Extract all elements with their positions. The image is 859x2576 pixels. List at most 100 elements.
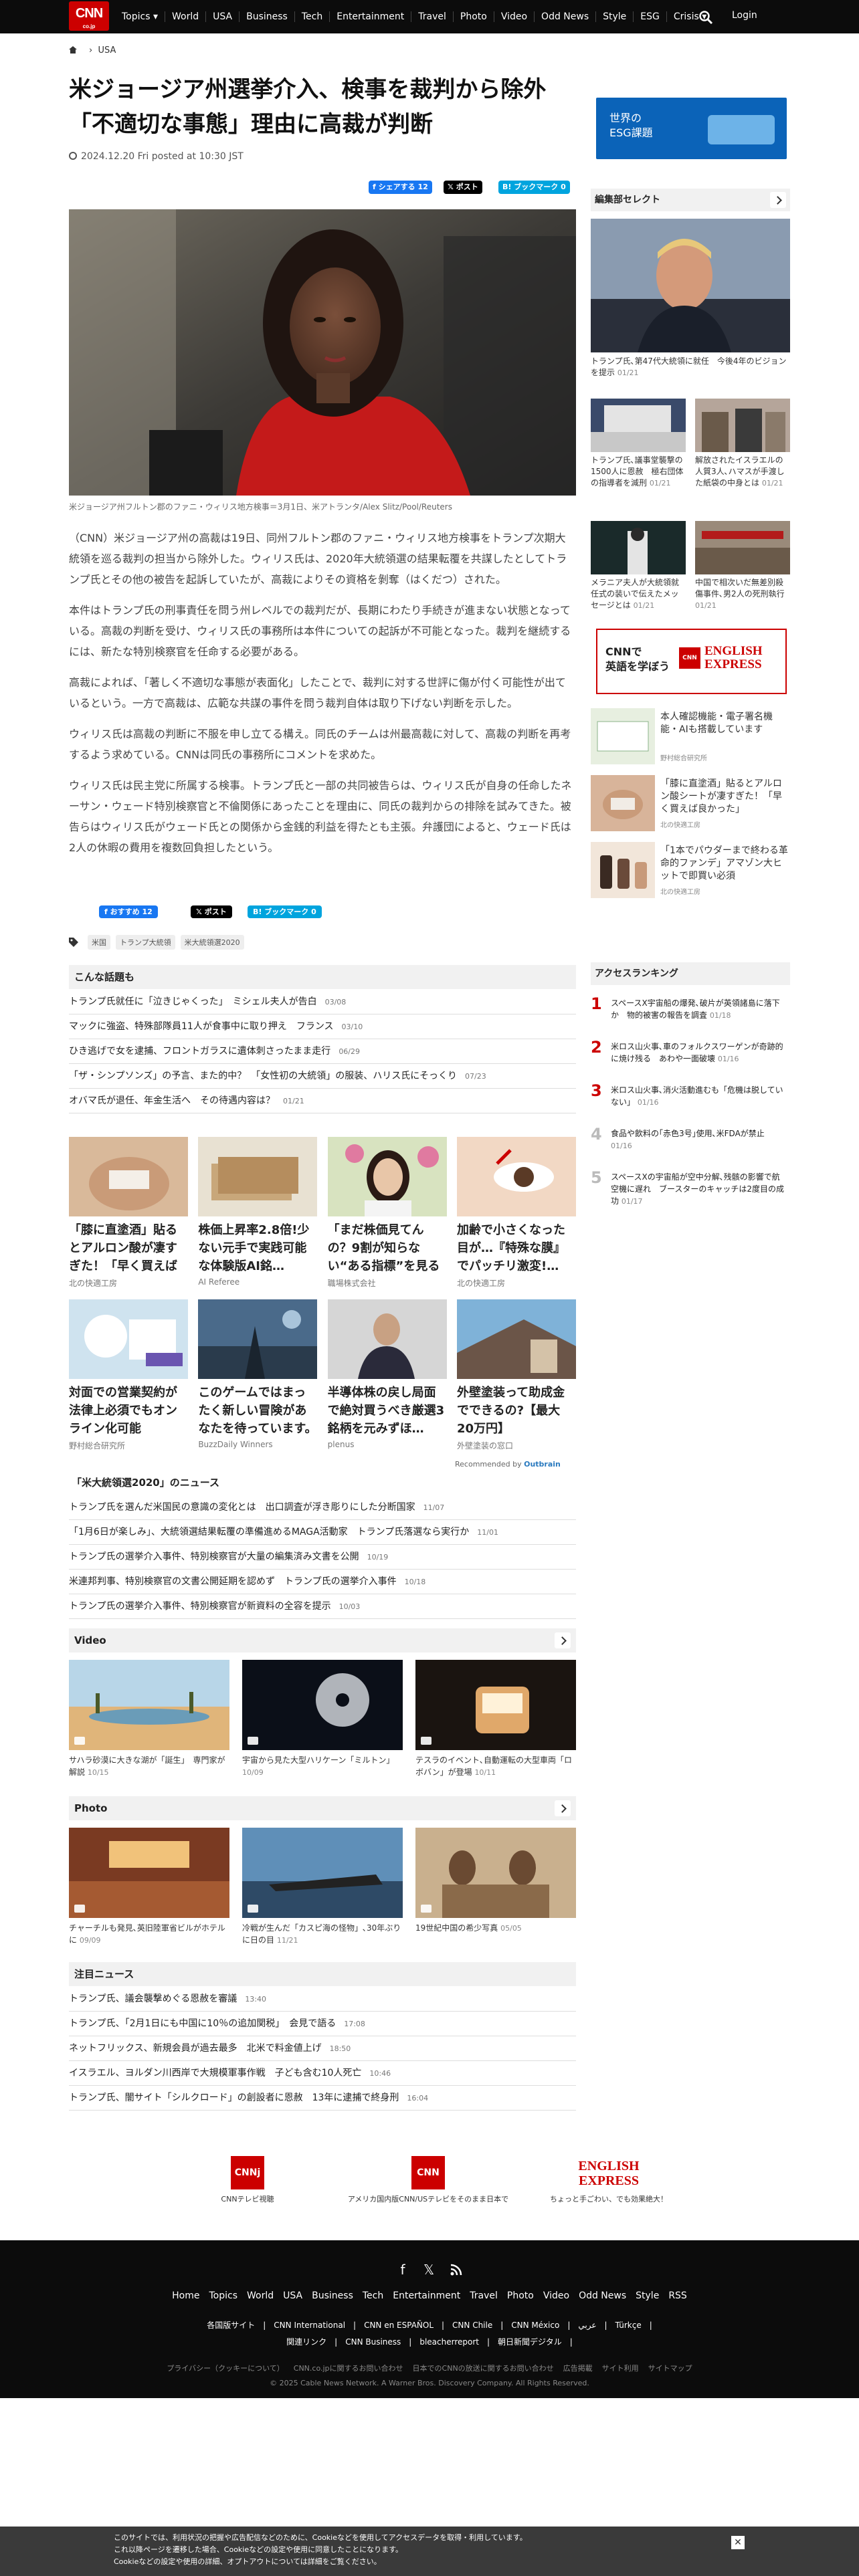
home-icon[interactable] — [69, 46, 77, 53]
sponsored-card[interactable]: 加齢で小さくなった目が…『特殊な膜』でパッチリ激変!… 北の快適工房 — [456, 1137, 576, 1289]
editor-item-image[interactable] — [591, 521, 686, 574]
search-icon[interactable] — [698, 10, 713, 25]
tag[interactable]: 米大統領選2020 — [180, 935, 244, 950]
footer-link[interactable]: Tech — [363, 2290, 383, 2301]
list-item[interactable]: オバマ氏が退任、年金生活へ その待遇内容は？ 01/21 — [69, 1089, 576, 1113]
footer-link[interactable]: Video — [543, 2290, 569, 2301]
editor-item-link[interactable]: メラニア夫人が大統領就任式の装いで伝えたメッセージとは 01/21 — [591, 577, 686, 611]
footer-link[interactable]: RSS — [668, 2290, 687, 2301]
outbrain-attribution[interactable]: Recommended by Outbrain — [455, 1460, 561, 1469]
footer-legal-link[interactable]: サイトマップ — [648, 2364, 692, 2373]
list-item[interactable]: トランプ氏、闇サイト「シルクロード」の創設者に恩赦 13年に逮捕で終身刑 16:0… — [69, 2086, 576, 2111]
sponsored-card[interactable]: このゲームではまったく新しい冒険があなたを待っています。 BuzzDaily Wi… — [198, 1299, 318, 1451]
list-item[interactable]: トランプ氏の選挙介入事件、特別検察官が大量の編集済み文書を公開 10/19 — [69, 1545, 576, 1570]
photo-more-button[interactable] — [555, 1800, 571, 1816]
footer-legal-link[interactable]: プライバシー（クッキーについて） — [167, 2364, 284, 2373]
footer-legal-link[interactable]: 広告掲載 — [563, 2364, 593, 2373]
nav-business[interactable]: Business — [239, 11, 294, 22]
video-card[interactable]: サハラ砂漠に大きな湖が「誕生」 専門家が解説 10/15 — [69, 1660, 229, 1779]
english-express-banner[interactable]: CNNで 英語を学ぼう CNN ENGLISH EXPRESS — [596, 629, 787, 694]
sponsored-promo[interactable]: 「1本でパウダーまで終わる革命的ファンデ」アマゾン大ヒットで即買い必須 北の快適工… — [591, 842, 790, 898]
nav-travel[interactable]: Travel — [411, 11, 453, 22]
ranking-item[interactable]: 4 食品や飲料の｢赤色3号｣使用､米FDAが禁止 01/16 — [591, 1125, 790, 1168]
ranking-item[interactable]: 5 スペースXの宇宙船が空中分解､残骸の影響で航空機に遅れ ブースターのキャッチは… — [591, 1168, 790, 1211]
list-item[interactable]: マックに強盗、特殊部隊員11人が食事中に取り押え フランス 03/10 — [69, 1014, 576, 1039]
sponsored-card[interactable]: 「まだ株価見てんの？9割が知らない“ある指標”を見るだ…職場株式会社 — [327, 1137, 447, 1289]
photo-card[interactable]: 19世紀中国の希少写真 05/05 — [415, 1828, 576, 1947]
tag[interactable]: トランプ大統領 — [116, 935, 175, 950]
nav-tech[interactable]: Tech — [294, 11, 329, 22]
sponsored-card[interactable]: 半導体株の戻し局面で絶対買うべき厳選3銘柄を元みずほ… plenus — [327, 1299, 447, 1451]
cnnj-logo[interactable]: CNNj CNNテレビ視聴 — [201, 2156, 294, 2204]
footer-link[interactable]: Style — [636, 2290, 659, 2301]
footer-legal-link[interactable]: 日本でのCNNの放送に関するお問い合わせ — [413, 2364, 554, 2373]
sponsored-card[interactable]: 株価上昇率2.8倍!少ない元手で実践可能な体験版AI銘… AI Referee — [198, 1137, 318, 1289]
cnn-us-logo[interactable]: CNN アメリカ国内版CNN/USテレビをそのまま日本で — [341, 2156, 515, 2204]
footer-legal-link[interactable]: CNN.co.jpに関するお問い合わせ — [294, 2364, 403, 2373]
list-item[interactable]: トランプ氏を選んだ米国民の意識の変化とは 出口調査が浮き彫りにした分断国家 11/… — [69, 1495, 576, 1520]
list-item[interactable]: トランプ氏就任に「泣きじゃくった」 ミシェル夫人が告白 03/08 — [69, 990, 576, 1014]
editor-item-image[interactable] — [695, 521, 790, 574]
video-card[interactable]: テスラのイベント､自動運転の大型車両「ロボバン」が登場 10/11 — [415, 1660, 576, 1779]
list-item[interactable]: トランプ氏、「2月1日にも中国に10％の追加関税」 会見で語る 17:08 — [69, 2012, 576, 2036]
ranking-item[interactable]: 2 米ロス山火事､車のフォルクスワーゲンが奇跡的に焼け残る あわや一面破壊 01/… — [591, 1038, 790, 1081]
hatena-bookmark-button[interactable]: B! ブックマーク 0 — [498, 181, 570, 194]
list-item[interactable]: トランプ氏の選挙介入事件、特別検察官が新資料の全容を提示 10/03 — [69, 1594, 576, 1619]
nav-world[interactable]: World — [165, 11, 205, 22]
footer-link[interactable]: Odd News — [579, 2290, 626, 2301]
english-express-logo[interactable]: ENGLISH EXPRESS ちょっと手ごわい、でも効果絶大！ — [542, 2156, 676, 2204]
sponsored-promo[interactable]: 本人確認機能・電子署名機能・AIも搭載しています 野村総合研究所 — [591, 708, 790, 764]
editor-item-link[interactable]: 中国で相次いだ無差別殺傷事件､男2人の死刑執行 01/21 — [695, 577, 790, 611]
nav-video[interactable]: Video — [493, 11, 534, 22]
nav-topics[interactable]: Topics ▾ — [115, 11, 165, 22]
photo-card[interactable]: チャーチルも発見､英旧陸軍省ビルがホテルに 09/09 — [69, 1828, 229, 1947]
facebook-recommend-button[interactable]: f おすすめ 12 — [99, 905, 158, 918]
list-item[interactable]: イスラエル、ヨルダン川西岸で大規模軍事作戦 子ども含む10人死亡 10:46 — [69, 2061, 576, 2086]
cnn-logo[interactable]: CNN co.jp — [69, 1, 109, 31]
footer-link[interactable]: USA — [283, 2290, 302, 2301]
esg-banner[interactable]: 世界の ESG課題 — [596, 98, 787, 159]
hatena-bookmark-button-bottom[interactable]: B! ブックマーク 0 — [248, 905, 322, 918]
video-more-button[interactable] — [555, 1632, 571, 1648]
editor-main-link[interactable]: トランプ氏､第47代大統領に就任 今後4年のビジョンを提示 01/21 — [591, 356, 790, 379]
facebook-share-button[interactable]: f シェアする 12 — [369, 181, 432, 194]
footer-link[interactable]: Topics — [209, 2290, 238, 2301]
x-post-button[interactable]: 𝕏 ポスト — [444, 181, 482, 194]
sponsored-card[interactable]: 「膝に直塗酒」貼るとアルロン酸が凄すぎた！「早く買えば良…北の快適工房 — [69, 1137, 188, 1289]
editor-select-more-button[interactable] — [770, 192, 786, 208]
cookie-close-button[interactable]: ✕ — [731, 2536, 745, 2549]
nav-usa[interactable]: USA — [205, 11, 239, 22]
editor-item-link[interactable]: トランプ氏､議事堂襲撃の1500人に恩赦 極右団体の指導者を減刑 01/21 — [591, 455, 686, 489]
facebook-icon[interactable]: f — [396, 2263, 409, 2276]
breadcrumb-usa[interactable]: USA — [98, 45, 116, 56]
sponsored-promo[interactable]: 「膝に直塗酒」貼るとアルロン酸シートが凄すぎた！「早く買えば良かった」 北の快適工… — [591, 775, 790, 831]
list-item[interactable]: トランプ氏、議会襲撃めぐる恩赦を審議 13:40 — [69, 1987, 576, 2012]
x-post-button-bottom[interactable]: 𝕏 ポスト — [191, 905, 232, 918]
rss-icon[interactable] — [450, 2263, 463, 2276]
list-item[interactable]: 「1月6日が楽しみ」、大統領選結果転覆の準備進めるMAGA活動家 トランプ氏落選… — [69, 1520, 576, 1545]
footer-link[interactable]: Travel — [470, 2290, 498, 2301]
footer-link[interactable]: Business — [312, 2290, 353, 2301]
list-item[interactable]: ネットフリックス、新規会員が過去最多 北米で料金値上げ 18:50 — [69, 2036, 576, 2061]
editor-main-image[interactable] — [591, 219, 790, 352]
nav-esg[interactable]: ESG — [633, 11, 666, 22]
login-link[interactable]: Login — [732, 10, 757, 21]
editor-item-link[interactable]: 解放されたイスラエルの人質3人､ハマスが手渡した紙袋の中身とは 01/21 — [695, 455, 790, 489]
ranking-item[interactable]: 3 米ロス山火事､消火活動進むも「危機は脱していない」 01/16 — [591, 1081, 790, 1124]
footer-link[interactable]: Entertainment — [393, 2290, 460, 2301]
nav-style[interactable]: Style — [595, 11, 633, 22]
list-item[interactable]: 米連邦判事、特別検察官の文書公開延期を認めず トランプ氏の選挙介入事件 10/18 — [69, 1570, 576, 1594]
list-item[interactable]: 「ザ・シンプソンズ」の予言、また的中？ 「女性初の大統領」の服装、ハリス氏にそっ… — [69, 1064, 576, 1089]
sponsored-card[interactable]: 外壁塗装って助成金でできるの?【最大20万円】 外壁塗装の窓口 — [456, 1299, 576, 1451]
editor-item-image[interactable] — [695, 399, 790, 452]
ranking-item[interactable]: 1 スペースX宇宙船の爆発､破片が英領諸島に落下か 物的被害の報告を調査 01/1… — [591, 994, 790, 1037]
footer-legal-link[interactable]: サイト利用 — [602, 2364, 639, 2373]
sponsored-card[interactable]: 対面での営業契約が法律上必須でもオンライン化可能 野村総合研究所 — [69, 1299, 188, 1451]
footer-link[interactable]: Home — [172, 2290, 199, 2301]
nav-entertainment[interactable]: Entertainment — [329, 11, 411, 22]
tag[interactable]: 米国 — [88, 935, 110, 950]
footer-international-links[interactable]: 各国版サイト | CNN International | CNN en ESPA… — [0, 2319, 859, 2347]
footer-link[interactable]: World — [247, 2290, 274, 2301]
video-card[interactable]: 宇宙から見た大型ハリケーン「ミルトン」 10/09 — [242, 1660, 403, 1779]
editor-item-image[interactable] — [591, 399, 686, 452]
